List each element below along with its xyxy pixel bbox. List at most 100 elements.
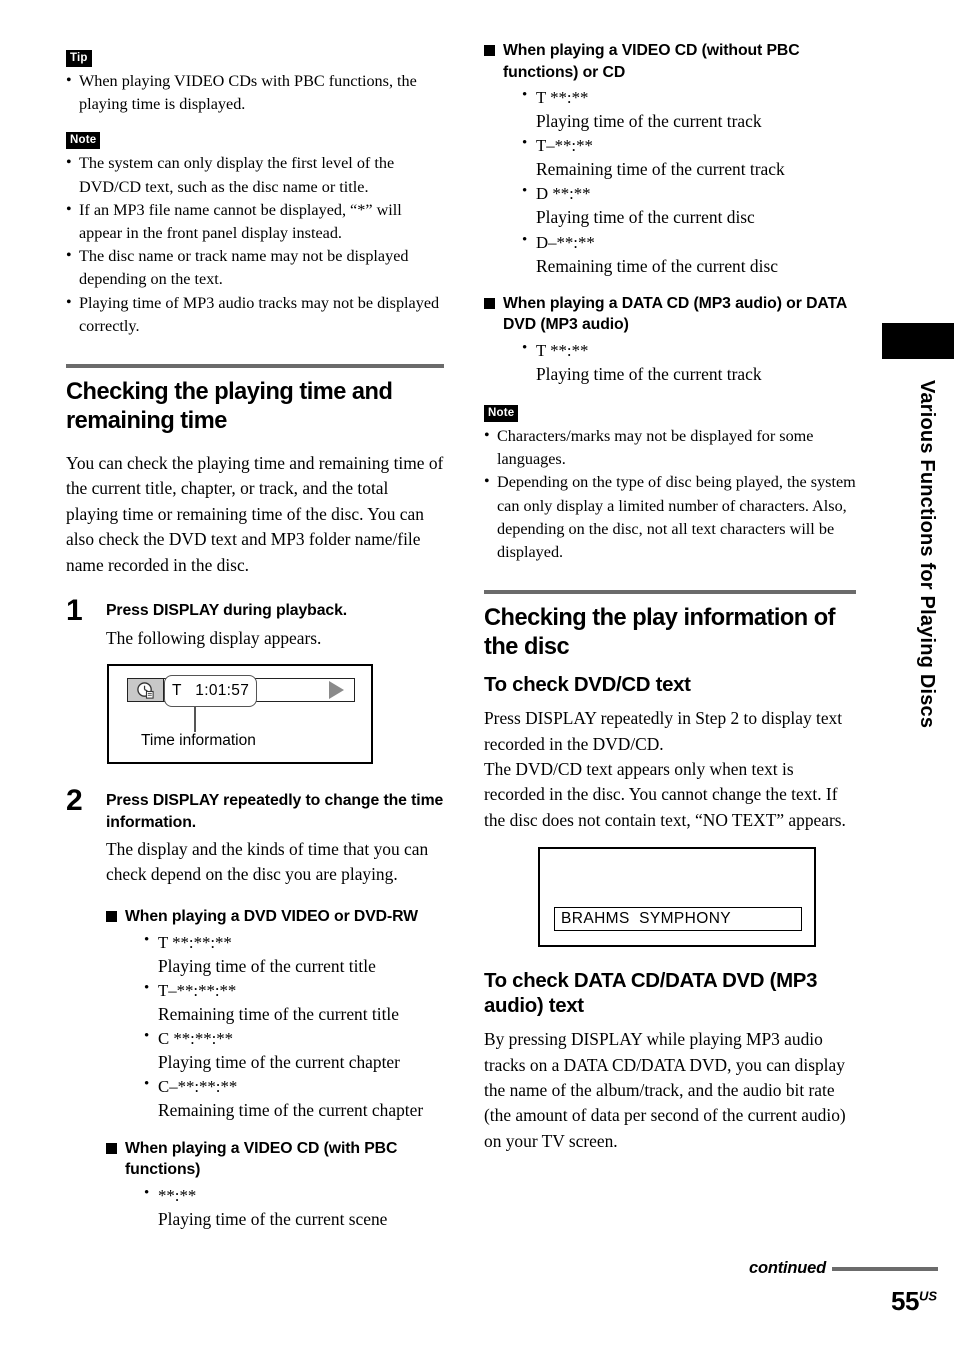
timecode-description: Remaining time of the current track bbox=[536, 159, 785, 180]
tv-display-illustration: T 1:01:57 Time information bbox=[107, 664, 373, 765]
list-item: D **:** Playing time of the current disc bbox=[522, 180, 856, 230]
list-item: **:** Playing time of the current scene bbox=[144, 1182, 444, 1232]
page-number: 55US bbox=[891, 1286, 937, 1317]
osd-time-value: T 1:01:57 bbox=[164, 675, 258, 708]
note-block: Note Characters/marks may not be display… bbox=[484, 403, 856, 564]
section-intro: You can check the playing time and remai… bbox=[66, 453, 444, 575]
timecode-description: Playing time of the current scene bbox=[158, 1208, 388, 1229]
list-item: C **:**:** Playing time of the current c… bbox=[144, 1025, 444, 1075]
step-1-number: 1 bbox=[66, 594, 83, 628]
footer-rule bbox=[832, 1267, 938, 1271]
chapter-tab-marker bbox=[882, 323, 954, 359]
step-1-title: Press DISPLAY during playback. bbox=[106, 602, 348, 620]
timecode-description: Playing time of the current disc bbox=[536, 207, 755, 228]
timecode: D **:** bbox=[522, 180, 856, 205]
timecode-description: Remaining time of the current chapter bbox=[158, 1100, 424, 1121]
timecode: T–**:**:** bbox=[144, 977, 444, 1002]
timecode-description: Remaining time of the current title bbox=[158, 1004, 399, 1025]
timecode: T–**:** bbox=[522, 132, 856, 157]
list-item: T–**:** Remaining time of the current tr… bbox=[522, 132, 856, 182]
chapter-label: Various Functions for Playing Discs bbox=[916, 380, 938, 729]
timecode: C–**:**:** bbox=[144, 1073, 444, 1098]
sub-heading-datacd-text: To check DATA CD/DATA DVD (MP3 audio) te… bbox=[484, 970, 818, 1018]
group-video-cd-pbc: When playing a VIDEO CD (with PBC functi… bbox=[66, 1138, 444, 1232]
section-rule bbox=[66, 364, 444, 369]
timecode: C **:**:** bbox=[144, 1025, 444, 1050]
note-tag-wrap: Note bbox=[484, 403, 856, 423]
group-data-cd: When playing a DATA CD (MP3 audio) or DA… bbox=[484, 293, 856, 387]
tip-list: When playing VIDEO CDs with PBC function… bbox=[66, 69, 444, 116]
group-heading: When playing a DVD VIDEO or DVD-RW bbox=[106, 906, 444, 928]
timecode-list: T **:**:** Playing time of the current t… bbox=[144, 929, 444, 1124]
timecode: T **:** bbox=[522, 84, 856, 109]
list-item: Characters/marks may not be displayed fo… bbox=[484, 424, 856, 471]
timecode: T **:** bbox=[522, 337, 856, 362]
timecode-list: **:** Playing time of the current scene bbox=[144, 1182, 444, 1232]
timecode: T **:**:** bbox=[144, 929, 444, 954]
list-item: T **:** Playing time of the current trac… bbox=[522, 337, 856, 387]
section-rule bbox=[484, 590, 856, 595]
osd-status-bar: T 1:01:57 bbox=[127, 675, 355, 708]
step-2: 2 Press DISPLAY repeatedly to change the… bbox=[66, 784, 444, 886]
left-column: Tip When playing VIDEO CDs with PBC func… bbox=[66, 48, 444, 1232]
dvdcd-paragraph-1: Press DISPLAY repeatedly in Step 2 to di… bbox=[484, 708, 843, 754]
list-item: T–**:**:** Remaining time of the current… bbox=[144, 977, 444, 1027]
sub-heading-dvdcd-text: To check DVD/CD text bbox=[484, 674, 691, 697]
timecode-description: Playing time of the current track bbox=[536, 363, 762, 384]
timecode-description: Playing time of the current chapter bbox=[158, 1052, 400, 1073]
note-list: The system can only display the first le… bbox=[66, 151, 444, 338]
timecode-list: T **:** Playing time of the current trac… bbox=[522, 337, 856, 387]
timecode: **:** bbox=[144, 1182, 444, 1207]
group-video-cd-no-pbc: When playing a VIDEO CD (without PBC fun… bbox=[484, 40, 856, 279]
section-heading-block: Checking the playing time and remaining … bbox=[66, 364, 444, 435]
group-dvd-video: When playing a DVD VIDEO or DVD-RW T **:… bbox=[66, 906, 444, 1123]
list-item: T **:** Playing time of the current trac… bbox=[522, 84, 856, 134]
list-item: Playing time of MP3 audio tracks may not… bbox=[66, 291, 444, 338]
step-2-number: 2 bbox=[66, 784, 83, 818]
tip-block: Tip When playing VIDEO CDs with PBC func… bbox=[66, 48, 444, 116]
note-block: Note The system can only display the fir… bbox=[66, 130, 444, 338]
tip-tag-wrap: Tip bbox=[66, 48, 444, 67]
page-title: Checking the playing time and remaining … bbox=[66, 379, 393, 434]
continued-label: continued bbox=[748, 1259, 826, 1277]
step-1-body: The following display appears. bbox=[106, 627, 322, 648]
step-2-title: Press DISPLAY repeatedly to change the t… bbox=[106, 792, 444, 831]
tip-tag: Tip bbox=[66, 50, 92, 67]
callout-label-time-information: Time information bbox=[141, 732, 256, 750]
timecode-description: Remaining time of the current disc bbox=[536, 255, 778, 276]
list-item: The disc name or track name may not be d… bbox=[66, 244, 444, 291]
list-item: D–**:** Remaining time of the current di… bbox=[522, 229, 856, 279]
manual-page: Tip When playing VIDEO CDs with PBC func… bbox=[0, 0, 954, 1352]
datacd-paragraph: By pressing DISPLAY while playing MP3 au… bbox=[484, 1029, 846, 1151]
page-number-suffix: US bbox=[918, 1288, 937, 1304]
dvdcd-paragraph-2: The DVD/CD text appears only when text i… bbox=[484, 759, 846, 830]
step-2-body: The display and the kinds of time that y… bbox=[106, 839, 429, 884]
group-heading: When playing a VIDEO CD (with PBC functi… bbox=[106, 1138, 444, 1181]
list-item: T **:**:** Playing time of the current t… bbox=[144, 929, 444, 979]
step-1: 1 Press DISPLAY during playback. The fol… bbox=[66, 594, 444, 650]
list-item: Depending on the type of disc being play… bbox=[484, 470, 856, 564]
play-triangle-icon bbox=[329, 681, 344, 700]
right-column: When playing a VIDEO CD (without PBC fun… bbox=[484, 40, 856, 1154]
osd-text-field: BRAHMS SYMPHONY bbox=[554, 907, 802, 932]
list-item: When playing VIDEO CDs with PBC function… bbox=[66, 69, 444, 116]
timecode: D–**:** bbox=[522, 229, 856, 254]
note-tag-wrap: Note bbox=[66, 130, 444, 150]
note-tag: Note bbox=[66, 132, 101, 150]
note-tag: Note bbox=[484, 405, 519, 423]
list-item: C–**:**:** Remaining time of the current… bbox=[144, 1073, 444, 1123]
section-title: Checking the play information of the dis… bbox=[484, 605, 836, 660]
group-heading: When playing a VIDEO CD (without PBC fun… bbox=[484, 40, 856, 83]
tv-display-illustration-text: BRAHMS SYMPHONY bbox=[538, 847, 816, 948]
clock-icon bbox=[128, 679, 164, 702]
note-list: Characters/marks may not be displayed fo… bbox=[484, 424, 856, 564]
callout-leader-line bbox=[194, 706, 196, 733]
section-heading-block: Checking the play information of the dis… bbox=[484, 590, 856, 661]
timecode-description: Playing time of the current track bbox=[536, 111, 762, 131]
list-item: The system can only display the first le… bbox=[66, 151, 444, 198]
group-heading: When playing a DATA CD (MP3 audio) or DA… bbox=[484, 293, 856, 336]
timecode-description: Playing time of the current title bbox=[158, 955, 376, 976]
list-item: If an MP3 file name cannot be displayed,… bbox=[66, 198, 444, 245]
timecode-list: T **:** Playing time of the current trac… bbox=[522, 84, 856, 279]
page-number-value: 55 bbox=[891, 1286, 919, 1316]
